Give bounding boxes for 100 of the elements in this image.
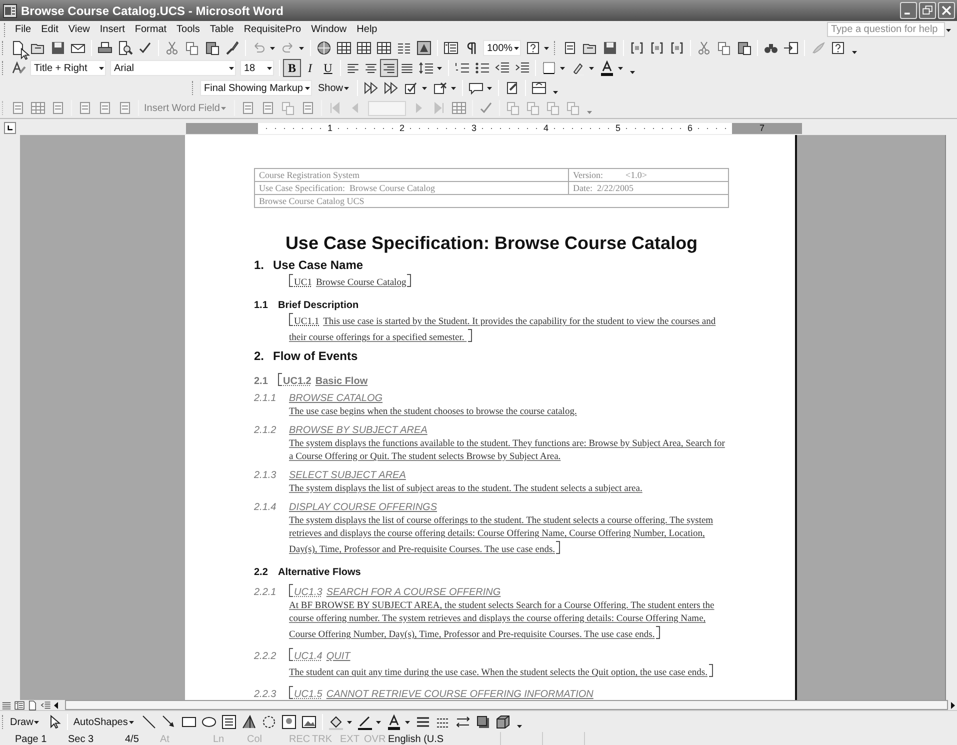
underline-button[interactable]: U bbox=[319, 59, 337, 77]
document-map-icon[interactable] bbox=[443, 40, 459, 56]
heading: DISPLAY COURSE OFFERINGS bbox=[289, 502, 437, 513]
view-mode-icon[interactable] bbox=[13, 700, 26, 710]
menu-item[interactable]: View bbox=[63, 24, 95, 35]
page-icon[interactable] bbox=[10, 40, 26, 56]
help-icon[interactable] bbox=[830, 40, 846, 56]
align-right-icon[interactable] bbox=[380, 59, 398, 77]
table-icon[interactable] bbox=[376, 40, 392, 56]
menu-item[interactable]: RequisitePro bbox=[238, 24, 306, 35]
display-mode-dropdown[interactable]: Final Showing Markup bbox=[200, 80, 312, 96]
menu-item[interactable]: File bbox=[10, 24, 36, 35]
autoshapes-menu[interactable]: AutoShapes bbox=[71, 714, 139, 730]
help-icon[interactable] bbox=[524, 40, 541, 56]
styles-icon[interactable] bbox=[10, 60, 26, 76]
close-icon[interactable] bbox=[938, 2, 955, 19]
previous-change-icon[interactable] bbox=[363, 80, 380, 96]
menu-item[interactable]: Edit bbox=[36, 24, 64, 35]
menu-item[interactable]: Help bbox=[352, 24, 382, 35]
reviewing-pane-icon[interactable] bbox=[531, 80, 548, 96]
ruler-number: 7 bbox=[758, 122, 766, 134]
line-style-icon[interactable] bbox=[414, 714, 431, 730]
drawing-icon[interactable] bbox=[416, 40, 432, 56]
help-field[interactable]: Type a question for help bbox=[827, 22, 945, 37]
status-item: English (U.S bbox=[388, 734, 445, 744]
tab-stop-icon[interactable] bbox=[4, 122, 16, 134]
heading: UC1.4 QUIT bbox=[289, 648, 350, 662]
draw-menu[interactable]: Draw bbox=[8, 714, 44, 730]
italic-button[interactable]: I bbox=[301, 59, 319, 77]
diagram-icon[interactable] bbox=[260, 714, 277, 730]
border-icon[interactable] bbox=[541, 60, 557, 76]
menu-item[interactable]: Format bbox=[130, 24, 172, 35]
text-box-icon[interactable] bbox=[220, 714, 237, 730]
heading-number: 2.1.3 bbox=[254, 470, 278, 481]
scissors-icon[interactable] bbox=[164, 40, 180, 56]
line-icon[interactable] bbox=[140, 714, 157, 730]
font-dropdown[interactable]: Arial bbox=[110, 60, 236, 76]
heading: Alternative Flows bbox=[278, 567, 361, 578]
table-icon[interactable] bbox=[336, 40, 352, 56]
import-icon[interactable] bbox=[782, 40, 799, 56]
picture-icon[interactable] bbox=[300, 714, 317, 730]
fill-color-icon[interactable] bbox=[328, 714, 344, 730]
line-color-icon[interactable] bbox=[356, 714, 373, 730]
wordart-icon[interactable] bbox=[240, 714, 257, 730]
menu-item[interactable]: Table bbox=[204, 24, 239, 35]
header-cell: Use Case Specification: Browse Course Catalog bbox=[254, 182, 568, 194]
heading-number: 2.2.2 bbox=[254, 651, 278, 662]
status-item: Sec 3 bbox=[68, 734, 95, 744]
minimize-icon[interactable] bbox=[900, 2, 917, 19]
3d-icon[interactable] bbox=[494, 714, 511, 730]
restore-icon[interactable] bbox=[919, 2, 936, 19]
clip-art-icon[interactable] bbox=[280, 714, 297, 730]
rectangle-icon[interactable] bbox=[180, 714, 197, 730]
print-preview-icon[interactable] bbox=[117, 40, 133, 56]
font-color-icon[interactable] bbox=[386, 714, 402, 730]
menu-item[interactable]: Tools bbox=[172, 24, 205, 35]
shadow-icon[interactable] bbox=[474, 714, 491, 730]
heading-number: 2.1.4 bbox=[254, 502, 278, 513]
view-mode-icon[interactable] bbox=[39, 700, 52, 710]
font-size-dropdown[interactable]: 18 bbox=[240, 60, 274, 76]
view-mode-icon[interactable] bbox=[0, 700, 13, 710]
save-icon[interactable] bbox=[50, 40, 66, 56]
paste-icon[interactable] bbox=[736, 40, 752, 56]
menu-item[interactable]: Window bbox=[306, 24, 352, 35]
bracket-icon[interactable] bbox=[628, 40, 645, 56]
ruler[interactable]: 1 2 3 4 5 6 7 bbox=[186, 122, 802, 134]
horizontal-scrollbar[interactable] bbox=[65, 700, 948, 710]
scissors-icon[interactable] bbox=[696, 40, 712, 56]
comment-icon[interactable] bbox=[468, 80, 484, 96]
heading: Brief Description bbox=[278, 300, 359, 311]
menu-item[interactable]: Insert bbox=[94, 24, 130, 35]
printer-icon[interactable] bbox=[97, 40, 113, 56]
heading-number: 1. bbox=[254, 258, 266, 272]
copy-icon[interactable] bbox=[184, 40, 200, 56]
reject-change-icon[interactable] bbox=[432, 80, 448, 96]
arrow-style-icon[interactable] bbox=[454, 714, 471, 730]
bullets-icon[interactable] bbox=[474, 60, 490, 76]
zoom-dropdown[interactable]: 100% bbox=[483, 40, 521, 56]
save-icon[interactable] bbox=[602, 40, 618, 56]
font-color-icon[interactable] bbox=[599, 60, 615, 76]
scroll-left-icon[interactable] bbox=[52, 700, 61, 710]
bracket-icon[interactable] bbox=[648, 40, 665, 56]
arrow-icon[interactable] bbox=[160, 714, 177, 730]
bracket-icon[interactable] bbox=[668, 40, 685, 56]
bold-button[interactable]: B bbox=[283, 59, 301, 77]
accept-change-icon[interactable] bbox=[403, 80, 420, 96]
heading-number: 2.1.1 bbox=[254, 393, 278, 404]
globe-icon[interactable] bbox=[316, 40, 332, 56]
style-dropdown[interactable]: Title + Right bbox=[30, 60, 106, 76]
show-menu[interactable]: Show bbox=[316, 80, 354, 96]
paste-icon[interactable] bbox=[204, 40, 220, 56]
table-icon[interactable] bbox=[356, 40, 372, 56]
spelling-icon[interactable] bbox=[137, 40, 153, 56]
previous-change-icon[interactable] bbox=[383, 80, 400, 96]
heading-number: 2.2 bbox=[254, 567, 269, 578]
line-spacing-icon[interactable] bbox=[418, 60, 434, 76]
status-item: Page 1 bbox=[15, 734, 48, 744]
copy-icon[interactable] bbox=[716, 40, 732, 56]
oval-icon[interactable] bbox=[200, 714, 217, 730]
format-painter-icon[interactable] bbox=[224, 40, 240, 56]
